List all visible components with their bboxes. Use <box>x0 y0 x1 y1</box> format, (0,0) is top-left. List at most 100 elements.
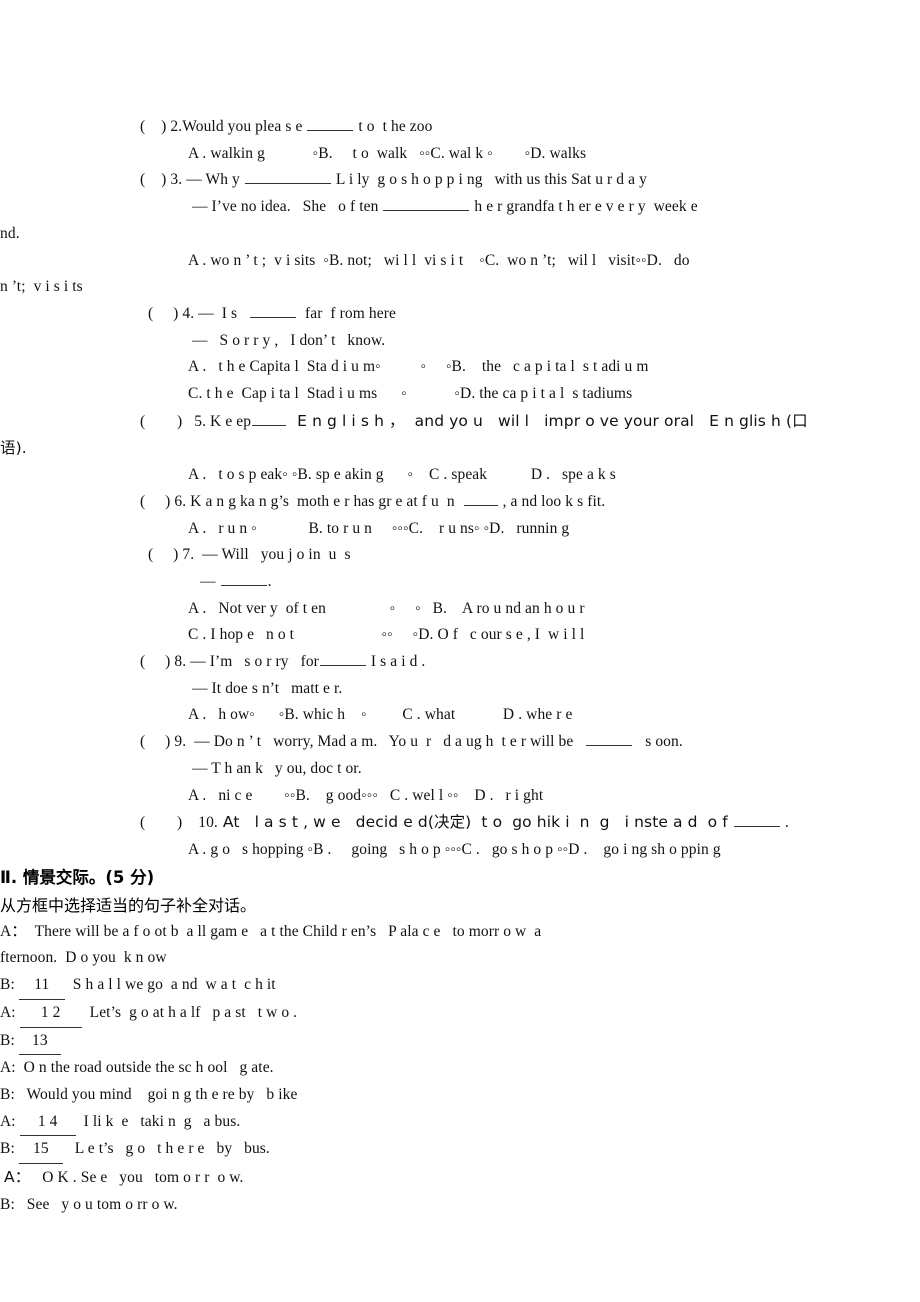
q8-stem-after: I s a i d . <box>366 653 426 671</box>
q3-line2-before: — I’ve no idea. She o f ten <box>188 198 383 216</box>
q4-answer-blank[interactable] <box>250 302 297 318</box>
question-10-stem: ( ) 10. At l a s t , w e decid e d(决定) t… <box>140 809 840 837</box>
dialogue-line-b13: B: 13 <box>0 1028 840 1056</box>
q8-answer-blank[interactable] <box>319 650 366 667</box>
q3-stem-after: L i ly g o s h o p p i ng with us this S… <box>331 171 647 189</box>
dialogue-speaker: B: <box>0 1195 15 1213</box>
question-9-options[interactable]: A . ni c e ◦◦B. g ood◦◦◦ C . wel l ◦◦ D … <box>140 783 840 810</box>
dialogue-blank-14[interactable]: 1 4 <box>19 1109 76 1137</box>
q2-stem-after: t o t he zoo <box>354 118 433 135</box>
question-6-stem: ( ) 6. K a n g ka n g’s moth e r has gr … <box>140 489 840 516</box>
dialogue-line-b2: B: Would you mind goi n g th e re by b i… <box>0 1082 840 1109</box>
question-7-options-row2[interactable]: C . I hop e n o t ◦◦ ◦D. O f c our s e ,… <box>140 622 840 649</box>
dialogue-line-a1: A： There will be a f o ot b a ll gam e a… <box>0 919 840 946</box>
question-3-stem: ( ) 3. — Wh y L i ly g o s h o p p i ng … <box>140 167 840 194</box>
q6-stem-before: K a n g ka n g’s moth e r has gr e at f … <box>186 492 463 510</box>
question-7-stem: ( ) 7. — Will you j o in u s <box>140 542 840 569</box>
q4-marker: ( ) 4. <box>148 304 195 322</box>
question-4-stem: ( ) 4. — I s far f rom here <box>140 301 840 328</box>
dialogue-speaker: B: <box>0 1140 15 1158</box>
dialogue-line-b3: B: See y o u tom o rr o w. <box>0 1192 840 1219</box>
question-8-options[interactable]: A . h ow◦ ◦B. whic h ◦ C . what D . whe … <box>140 702 840 729</box>
q2-answer-blank[interactable] <box>307 115 354 131</box>
dialogue-text: L e t’s g o t h e r e by bus. <box>62 1140 270 1158</box>
q7-line2-suffix: . <box>267 572 272 590</box>
dialogue-line-a14: A: 1 4 I li k e taki n g a bus. <box>0 1109 840 1137</box>
dialogue-line-b15: B: 15 L e t’s g o t h e r e by bus. <box>0 1136 840 1165</box>
dialogue-text: I li k e taki n g a bus. <box>75 1112 241 1130</box>
dialogue-line-a12: A: 1 2 Let’s g o at h a lf p a st t w o … <box>0 1000 840 1028</box>
worksheet-page: ( ) 2.Would you plea s e t o t he zoo A … <box>0 0 920 1302</box>
dialogue-speaker: A： <box>4 1168 31 1187</box>
q7-answer-blank[interactable] <box>220 570 267 586</box>
dialogue-blank-11[interactable]: 11 <box>18 972 65 1000</box>
q9-stem-after: s oon. <box>633 733 683 751</box>
dialogue-text: Would you mind goi n g th e re by b ike <box>14 1085 298 1103</box>
q6-marker: ( ) 6. <box>140 492 187 510</box>
dialogue-blank-12[interactable]: 1 2 <box>19 1000 82 1028</box>
q3-line2-after: h e r grandfa t h er e v e r y week e <box>470 198 698 216</box>
q6-answer-blank[interactable] <box>463 490 498 506</box>
question-7-options-row1[interactable]: A . Not ver y of t en ◦ ◦ B. A ro u nd a… <box>140 596 840 623</box>
question-3-line2: — I’ve no idea. She o f ten h e r grandf… <box>140 194 840 221</box>
q3-stem-before: — Wh y <box>182 171 244 189</box>
question-3-line3: nd. <box>0 224 20 242</box>
q7-marker: ( ) 7. <box>148 546 195 564</box>
q10-stem-before: At l a s t , w e decid e d(决定) t o go hi… <box>217 813 733 832</box>
q10-answer-blank[interactable] <box>733 812 780 828</box>
question-9-stem: ( ) 9. — Do n ’ t worry, Mad a m. Yo u r… <box>140 729 840 756</box>
dialogue-text: Let’s g o at h a lf p a st t w o . <box>81 1003 298 1021</box>
section-2-instruction: 从方框中选择适当的句子补全对话。 <box>0 895 257 915</box>
dialogue-speaker: B: <box>0 976 15 994</box>
question-5-line2: 语). <box>0 439 27 458</box>
question-10-options[interactable]: A . g o s hopping ◦B . going s h o p ◦◦◦… <box>140 837 840 864</box>
dialogue-text: O K . Se e you tom o r r o w. <box>30 1169 244 1187</box>
q8-stem-before: — I’m s o r ry for <box>186 653 319 671</box>
dialogue-line-a1-wrap: fternoon. D o you k n ow <box>0 949 167 967</box>
q3-answer-blank-2[interactable] <box>383 195 470 212</box>
q6-stem-after: , a nd loo k s fit. <box>498 492 606 510</box>
question-3-options[interactable]: A . wo n ’ t ; v i sits ◦B. not; wi l l … <box>140 248 840 275</box>
dialogue-blank-13[interactable]: 13 <box>18 1028 61 1056</box>
question-4-line2: — S o r r y , I don’ t know. <box>188 331 386 349</box>
section-2-heading: Ⅱ. 情景交际。(5 分) <box>0 867 155 887</box>
question-8-line2: — It doe s n’t matt e r. <box>188 679 343 697</box>
q3-answer-blank-1[interactable] <box>244 169 331 185</box>
q10-stem-after: . <box>780 814 789 832</box>
worksheet-body: ( ) 2.Would you plea s e t o t he zoo A … <box>0 114 840 1218</box>
dialogue-speaker: B: <box>0 1085 15 1103</box>
q4-stem-after: far f rom here <box>297 304 396 322</box>
q5-stem-after: E n g l i s h ， and yo u wil l impr o ve… <box>287 411 808 430</box>
dialogue-speaker: A： <box>0 922 27 940</box>
question-3-options-wrap[interactable]: n ’t; v i s i ts <box>0 274 840 301</box>
question-8-stem: ( ) 8. — I’m s o r ry for I s a i d . <box>140 649 840 676</box>
question-4-options-row1[interactable]: A . t h e Capita l Sta d i u m◦ ◦ ◦B. th… <box>140 354 840 381</box>
dialogue-text: O n the road outside the sc h ool g ate. <box>15 1059 274 1077</box>
dialogue-blank-15[interactable]: 15 <box>18 1136 63 1165</box>
dialogue-speaker: A: <box>0 1003 16 1021</box>
q5-answer-blank[interactable] <box>252 410 287 426</box>
question-5-stem: ( ) 5. K e ep E n g l i s h ， and yo u w… <box>140 408 840 436</box>
dialogue-line-a2: A: O n the road outside the sc h ool g a… <box>0 1055 840 1082</box>
q10-marker: ( ) 10. <box>140 814 218 832</box>
dialogue-text: There will be a f o ot b a ll gam e a t … <box>26 922 542 940</box>
q3-marker: ( ) 3. <box>140 171 183 189</box>
dialogue-line-b11: B: 11 S h a l l we go a nd w a t c h it <box>0 972 840 1000</box>
q5-stem-before: K e ep <box>206 412 252 430</box>
question-2-stem: ( ) 2.Would you plea s e t o t he zoo <box>140 114 840 141</box>
q4-stem-before: — I s <box>194 304 250 322</box>
q7-stem: — Will you j o in u s <box>194 546 351 564</box>
q2-stem-before: Would you plea s e <box>182 118 307 135</box>
question-5-options[interactable]: A . t o s p eak◦ ◦B. sp e akin g ◦ C . s… <box>140 462 840 489</box>
dialogue-text: S h a l l we go a nd w a t c h it <box>64 976 276 994</box>
question-7-line2: — . <box>140 569 840 596</box>
question-2-options[interactable]: A . walkin g ◦B. t o walk ◦◦C. wal k ◦ ◦… <box>140 141 840 168</box>
dialogue-speaker: A: <box>0 1059 16 1077</box>
q8-marker: ( ) 8. <box>140 653 187 671</box>
q9-answer-blank[interactable] <box>586 730 633 747</box>
dialogue-speaker: A: <box>0 1112 16 1130</box>
question-4-options-row2[interactable]: C. t h e Cap i ta l Stad i u ms ◦ ◦D. th… <box>140 381 840 408</box>
dialogue-speaker: B: <box>0 1031 15 1049</box>
question-6-options[interactable]: A . r u n ◦ B. to r u n ◦◦◦C. r u ns◦ ◦D… <box>140 516 840 543</box>
dialogue-text: See y o u tom o rr o w. <box>14 1195 178 1213</box>
